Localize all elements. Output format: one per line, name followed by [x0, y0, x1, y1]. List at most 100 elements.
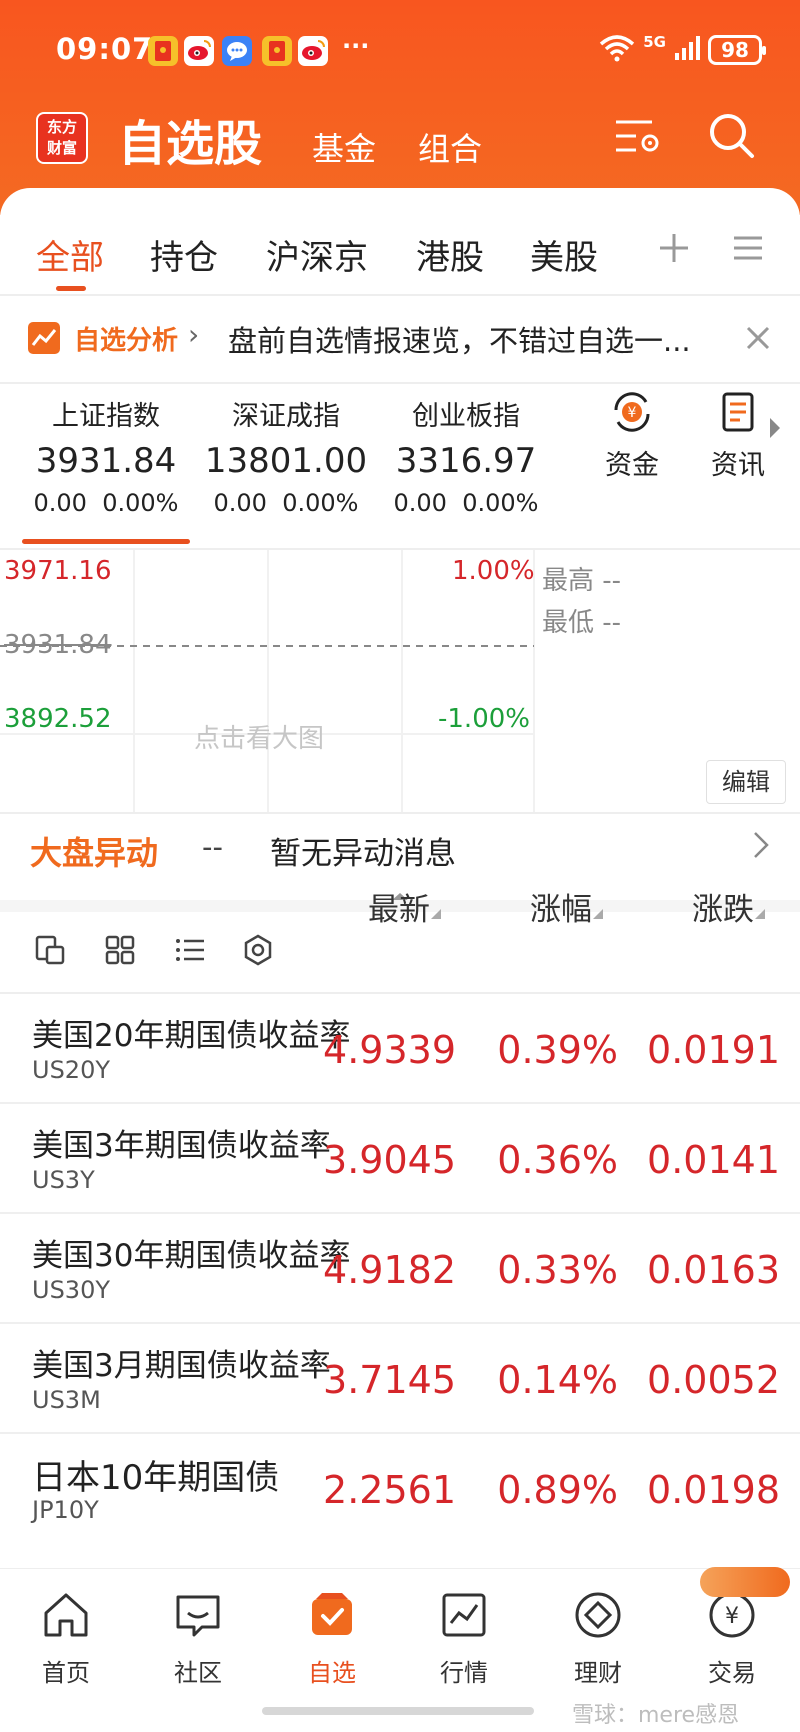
nav-market[interactable]: 行情 — [404, 1589, 524, 1688]
nav-label: 首页 — [42, 1659, 90, 1687]
security-code: JP10Y — [32, 1496, 99, 1524]
list-view-icon[interactable] — [174, 934, 206, 970]
news-label: 资讯 — [711, 450, 765, 481]
table-row[interactable]: 美国20年期国债收益率 US20Y 4.9339 0.39% 0.0191 — [0, 994, 800, 1104]
home-indicator[interactable] — [262, 1707, 534, 1715]
chart-lower-price: 3892.52 — [4, 704, 112, 734]
index-change: 0.00 0.00% — [213, 489, 359, 517]
bottom-nav: 首页 社区 自选 行情 理财 ¥ 交易 雪球：mere感恩 — [0, 1567, 800, 1732]
app-root: 09:07 ··· 5G 98 东方 财富 自选股 基金 组合 全部 持仓 沪深… — [0, 0, 800, 1732]
fund-flow-button[interactable]: ¥ 资金 — [592, 388, 672, 482]
trend-chart-icon — [26, 320, 62, 360]
latest-value: 3.9045 — [323, 1138, 456, 1182]
security-code: US3Y — [32, 1166, 95, 1194]
market-move-text: 暂无异动消息 — [270, 836, 456, 872]
close-icon[interactable] — [744, 324, 772, 356]
app-header: 09:07 ··· 5G 98 东方 财富 自选股 基金 组合 — [0, 0, 800, 215]
pct-change: 0.36% — [497, 1138, 618, 1182]
latest-value: 4.9182 — [323, 1248, 456, 1292]
index-change: 0.00 0.00% — [33, 489, 179, 517]
security-name: 美国30年期国债收益率 — [32, 1238, 351, 1274]
promo-badge[interactable] — [700, 1567, 790, 1597]
security-name: 美国3月期国债收益率 — [32, 1348, 331, 1384]
banner-title: 自选分析 — [74, 326, 179, 356]
table-row[interactable]: 美国3月期国债收益率 US3M 3.7145 0.14% 0.0052 — [0, 1324, 800, 1434]
nav-wealth[interactable]: 理财 — [538, 1589, 658, 1688]
wifi-icon — [599, 34, 635, 66]
nav-label: 自选 — [308, 1659, 356, 1687]
header-tab-fund[interactable]: 基金 — [312, 124, 376, 170]
abs-change: 0.0141 — [647, 1138, 780, 1182]
index-value: 3316.97 — [395, 441, 537, 481]
chart-upper-price: 3971.16 — [4, 556, 112, 586]
index-card-chinext[interactable]: 创业板指 3316.97 0.00 0.00% — [376, 394, 556, 517]
app-logo: 东方 财富 — [36, 112, 88, 164]
logo-text-bottom: 财富 — [46, 139, 77, 157]
latest-value: 3.7145 — [323, 1358, 456, 1402]
security-name: 日本10年期国债 — [32, 1458, 280, 1498]
status-time: 09:07 — [56, 32, 154, 66]
security-code: US20Y — [32, 1056, 110, 1084]
header-tab-portfolio[interactable]: 组合 — [418, 124, 482, 170]
news-button[interactable]: 资讯 — [698, 388, 778, 482]
market-move-row[interactable]: 大盘异动 -- 暂无异动消息 — [0, 814, 800, 886]
chart-grid — [0, 550, 535, 812]
chevron-right-icon[interactable] — [768, 416, 782, 444]
edit-button[interactable]: 编辑 — [706, 760, 786, 804]
table-row[interactable]: 美国30年期国债收益率 US30Y 4.9182 0.33% 0.0163 — [0, 1214, 800, 1324]
nav-trade[interactable]: ¥ 交易 — [672, 1589, 792, 1688]
divider — [0, 382, 800, 384]
column-header-change[interactable]: 涨跌 — [692, 884, 766, 929]
chart-low-label: 最低 -- — [542, 608, 622, 638]
notification-redpacket-icon — [262, 36, 292, 66]
market-move-title: 大盘异动 — [30, 834, 159, 872]
nav-home[interactable]: 首页 — [6, 1589, 126, 1688]
yuan-circle-icon: ¥ — [614, 392, 650, 432]
tab-all[interactable]: 全部 — [36, 230, 104, 279]
intraday-chart[interactable] — [0, 550, 800, 812]
chevron-right-icon — [752, 830, 770, 864]
nav-watchlist[interactable]: 自选 — [272, 1589, 392, 1688]
nav-community[interactable]: 社区 — [138, 1589, 258, 1688]
tab-hk-stocks[interactable]: 港股 — [416, 230, 484, 279]
news-doc-icon — [722, 392, 754, 432]
sort-icon — [755, 909, 765, 919]
security-name: 美国20年期国债收益率 — [32, 1018, 351, 1054]
tab-holdings[interactable]: 持仓 — [150, 230, 218, 279]
abs-change: 0.0191 — [647, 1028, 780, 1072]
abs-change: 0.0052 — [647, 1358, 780, 1402]
index-card-shanghai[interactable]: 上证指数 3931.84 0.00 0.00% — [16, 394, 196, 517]
page-title[interactable]: 自选股 — [118, 104, 262, 174]
settings-list-icon[interactable] — [612, 110, 664, 162]
settings-icon[interactable] — [242, 934, 274, 970]
abs-change: 0.0198 — [647, 1468, 780, 1512]
tab-active-underline — [56, 286, 86, 291]
column-header-pct[interactable]: 涨幅 — [530, 884, 604, 929]
banner-text: 盘前自选情报速览，不错过自选一... — [228, 324, 691, 358]
grid-view-icon[interactable] — [104, 934, 136, 970]
column-header-latest[interactable]: 最新 — [368, 884, 442, 929]
status-bar: 09:07 ··· 5G 98 — [0, 30, 800, 74]
compare-icon[interactable] — [34, 934, 66, 970]
diamond-icon — [575, 1592, 621, 1638]
table-row[interactable]: 日本10年期国债 JP10Y 2.2561 0.89% 0.0198 — [0, 1434, 800, 1544]
latest-value: 4.9339 — [323, 1028, 456, 1072]
table-row[interactable]: 美国3年期国债收益率 US3Y 3.9045 0.36% 0.0141 — [0, 1104, 800, 1214]
divider — [0, 294, 800, 296]
security-name: 美国3年期国债收益率 — [32, 1128, 331, 1164]
watermark: 雪球：mere感恩 — [572, 1703, 740, 1728]
notification-weibo-icon — [184, 36, 214, 66]
network-label: 5G — [643, 33, 666, 51]
tab-us-stocks[interactable]: 美股 — [530, 230, 598, 279]
home-icon — [44, 1593, 88, 1637]
index-change: 0.00 0.00% — [393, 489, 539, 517]
chart-base-price: 3931.84 — [4, 630, 112, 660]
menu-icon[interactable] — [730, 230, 766, 270]
chart-lower-pct: -1.00% — [438, 704, 530, 734]
search-icon[interactable] — [706, 110, 758, 162]
market-move-dash: -- — [202, 830, 223, 864]
add-group-icon[interactable] — [656, 230, 692, 270]
tab-shanghai-shenzhen-beijing[interactable]: 沪深京 — [266, 230, 368, 279]
battery-indicator: 98 — [708, 35, 766, 65]
index-card-shenzhen[interactable]: 深证成指 13801.00 0.00 0.00% — [196, 394, 376, 517]
